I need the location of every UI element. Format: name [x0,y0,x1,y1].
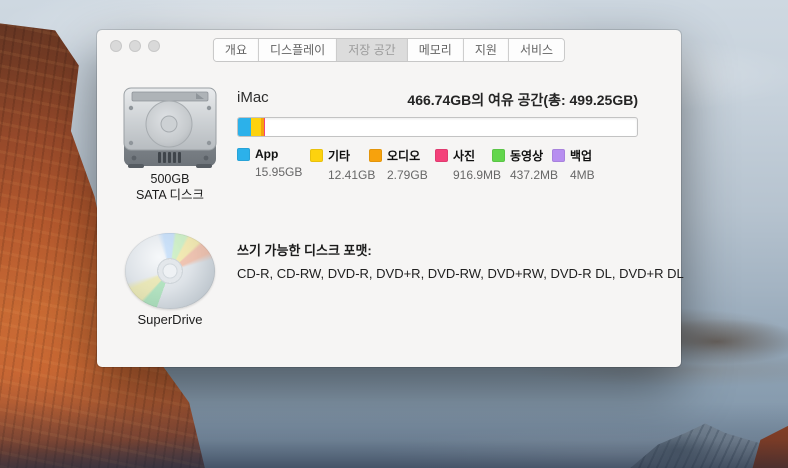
storage-legend: App 15.95GB 기타 12.41GB 오디오 2.79GB 사진 916… [237,147,592,182]
device-column: 500GB SATA 디스크 SuperDrive [97,30,243,367]
tab-memory[interactable]: 메모리 [408,39,464,61]
tab-service[interactable]: 서비스 [509,39,564,61]
legend-swatch [237,148,250,161]
legend-label: 오디오 [387,147,420,164]
legend-value: 15.95GB [255,165,310,179]
superdrive-disc-icon [125,233,215,309]
free-space-text: 466.74GB의 여유 공간(총: 499.25GB) [407,90,638,110]
legend-value: 4MB [570,168,592,182]
legend-label: 사진 [453,147,475,164]
disk-size-label: 500GB [97,171,243,187]
storage-segment-photos [264,118,265,136]
legend-item-photos: 사진 916.9MB [435,147,492,182]
storage-segment-other [251,118,261,136]
legend-swatch [552,149,565,162]
legend-label: 백업 [570,147,592,164]
tab-support[interactable]: 지원 [464,39,509,61]
storage-segment-app [238,118,251,136]
legend-value: 437.2MB [510,168,552,182]
legend-label: App [255,147,278,161]
legend-item-audio: 오디오 2.79GB [369,147,435,182]
legend-item-movies: 동영상 437.2MB [492,147,552,182]
legend-item-other: 기타 12.41GB [310,147,369,182]
tab-bar: 개요 디스플레이 저장 공간 메모리 지원 서비스 [213,38,565,62]
storage-usage-bar [237,117,638,137]
writable-formats-title: 쓰기 가능한 디스크 포맷: [237,240,372,259]
legend-value: 12.41GB [328,168,369,182]
legend-item-backups: 백업 4MB [552,147,592,182]
legend-swatch [435,149,448,162]
legend-item-app: App 15.95GB [237,147,310,182]
legend-value: 916.9MB [453,168,492,182]
disk-label: 500GB SATA 디스크 [97,171,243,203]
legend-swatch [369,149,382,162]
legend-swatch [492,149,505,162]
device-name: iMac [237,89,269,106]
legend-label: 동영상 [510,147,543,164]
hard-disk-icon [122,84,218,170]
legend-value: 2.79GB [387,168,435,182]
tab-storage[interactable]: 저장 공간 [337,39,408,61]
tab-displays[interactable]: 디스플레이 [259,39,337,61]
superdrive-label: SuperDrive [97,312,243,327]
legend-label: 기타 [328,147,350,164]
about-this-mac-window: 개요 디스플레이 저장 공간 메모리 지원 서비스 [97,30,681,367]
writable-formats-list: CD-R, CD-RW, DVD-R, DVD+R, DVD-RW, DVD+R… [237,266,684,281]
disk-type-label: SATA 디스크 [97,187,243,203]
legend-swatch [310,149,323,162]
